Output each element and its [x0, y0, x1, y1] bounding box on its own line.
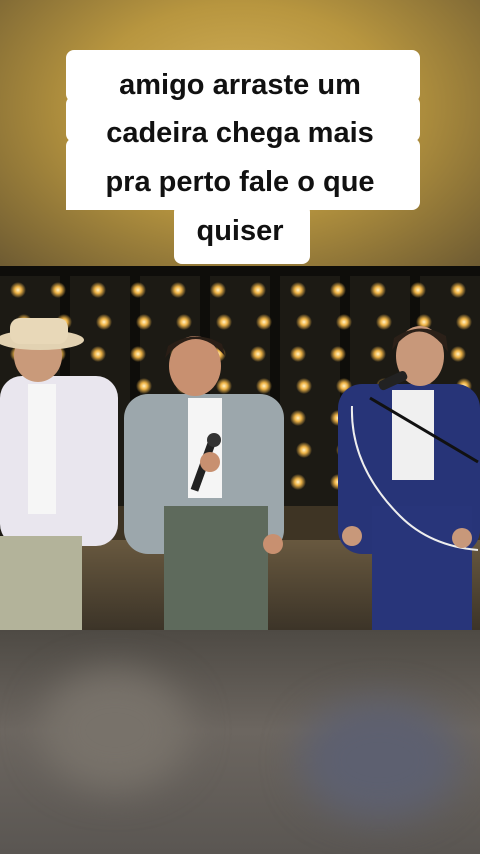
stage-light	[256, 314, 272, 330]
stage-light	[290, 282, 306, 298]
stage-light	[96, 314, 112, 330]
stage-light	[450, 282, 466, 298]
stage-light	[176, 314, 192, 330]
stage-light	[170, 282, 186, 298]
blur-blob	[40, 670, 190, 790]
video-frame	[0, 266, 480, 630]
stage-light	[256, 378, 272, 394]
stage-light	[10, 282, 26, 298]
stage-light	[376, 314, 392, 330]
stage-light	[296, 378, 312, 394]
caption-line-1: amigo arraste um	[119, 69, 361, 101]
stage-light	[290, 474, 306, 490]
stage-light	[90, 282, 106, 298]
stage-light	[216, 378, 232, 394]
stage-light	[130, 282, 146, 298]
stage-light	[296, 314, 312, 330]
caption-line-4: quiser	[196, 215, 284, 247]
video-player[interactable]	[0, 266, 480, 630]
stage-light	[210, 282, 226, 298]
stage-light	[450, 346, 466, 362]
stage-light	[90, 346, 106, 362]
stage-light	[250, 282, 266, 298]
stage-light	[216, 314, 232, 330]
stage-light	[130, 346, 146, 362]
stage-light	[330, 346, 346, 362]
stage-light	[336, 314, 352, 330]
stage-light	[136, 314, 152, 330]
stage-light	[250, 346, 266, 362]
stage-light	[330, 282, 346, 298]
blur-blob	[300, 700, 460, 820]
stage-light	[290, 346, 306, 362]
stage-light	[370, 282, 386, 298]
caption-line-2: cadeira chega mais	[106, 117, 374, 149]
stage-light	[410, 282, 426, 298]
stage-light	[50, 282, 66, 298]
bottom-background	[0, 630, 480, 854]
caption-line-3: pra perto fale o que	[105, 166, 375, 198]
stage-light	[370, 346, 386, 362]
stage-light	[290, 410, 306, 426]
stage-light	[296, 442, 312, 458]
stage-light	[136, 378, 152, 394]
stage-light	[456, 314, 472, 330]
